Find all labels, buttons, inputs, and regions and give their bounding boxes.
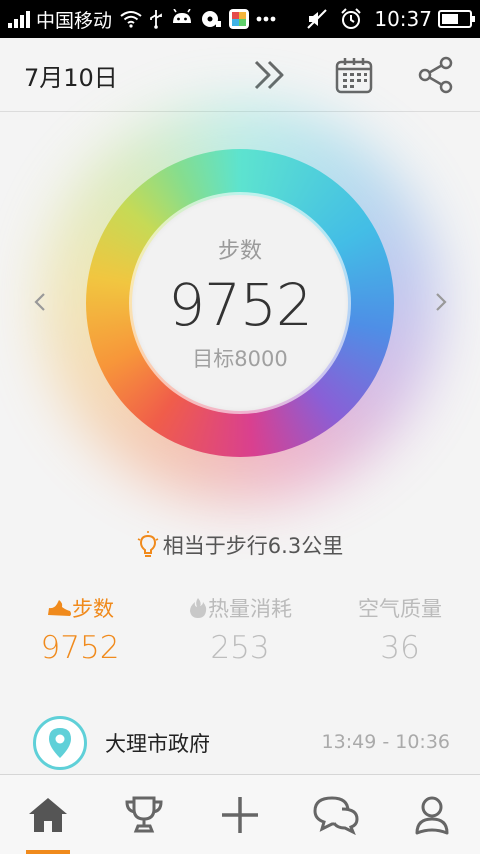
header: 7月10日 bbox=[0, 38, 480, 112]
battery-icon bbox=[438, 10, 475, 28]
wifi-icon bbox=[120, 8, 142, 30]
nav-chat[interactable] bbox=[288, 775, 384, 854]
plus-icon bbox=[222, 796, 258, 833]
stat-value: 9752 bbox=[40, 630, 120, 666]
app-icon bbox=[228, 8, 250, 30]
android-icon bbox=[170, 8, 194, 30]
ring-center: 步数 9752 目标8000 bbox=[132, 195, 348, 411]
stat-title: 热量消耗 bbox=[208, 597, 292, 621]
fast-forward-button[interactable] bbox=[248, 53, 292, 97]
double-chevron-right-icon bbox=[254, 60, 284, 90]
distance-text: 相当于步行6.3公里 bbox=[162, 534, 344, 558]
location-name: 大理市政府 bbox=[105, 732, 210, 756]
location-pin-badge bbox=[33, 716, 87, 770]
step-ring[interactable]: 步数 9752 目标8000 bbox=[40, 103, 440, 503]
chevron-left-icon bbox=[34, 293, 45, 311]
ring-value: 9752 bbox=[168, 271, 313, 339]
location-item[interactable]: 大理市政府 13:49 - 10:36 bbox=[0, 708, 480, 774]
date-label[interactable]: 7月10日 bbox=[24, 58, 118, 93]
stat-value: 253 bbox=[210, 630, 270, 666]
stats-row: 步数 9752 热量消耗 253 空气质量 36 bbox=[0, 590, 480, 666]
chat-icon bbox=[313, 795, 359, 835]
flame-icon bbox=[190, 598, 207, 618]
distance-equivalent: 相当于步行6.3公里 bbox=[0, 530, 480, 560]
home-icon bbox=[29, 797, 67, 832]
chevron-right-icon bbox=[436, 293, 447, 311]
mute-icon bbox=[306, 8, 328, 30]
stat-air-quality[interactable]: 空气质量 36 bbox=[320, 590, 480, 666]
nav-add[interactable] bbox=[192, 775, 288, 854]
nav-profile[interactable] bbox=[384, 775, 480, 854]
share-button[interactable] bbox=[414, 53, 458, 97]
stat-value: 36 bbox=[380, 630, 420, 666]
bottom-nav bbox=[0, 774, 480, 854]
more-icon bbox=[256, 8, 276, 30]
shoe-icon bbox=[48, 600, 71, 616]
status-bar: 中国移动 10:37 bbox=[0, 0, 480, 38]
share-icon bbox=[418, 56, 453, 94]
map-pin-icon bbox=[49, 728, 71, 758]
usb-icon bbox=[148, 8, 164, 30]
clock-time: 10:37 bbox=[374, 7, 432, 31]
stat-title: 空气质量 bbox=[358, 597, 442, 621]
calendar-button[interactable] bbox=[332, 53, 376, 97]
calendar-icon bbox=[335, 58, 373, 94]
signal-icon bbox=[8, 10, 30, 28]
nav-trophy[interactable] bbox=[96, 775, 192, 854]
prev-day-button[interactable] bbox=[29, 290, 53, 314]
nav-home[interactable] bbox=[0, 775, 96, 854]
location-time-range: 13:49 - 10:36 bbox=[321, 731, 450, 753]
stat-steps[interactable]: 步数 9752 bbox=[0, 590, 160, 666]
trophy-icon bbox=[125, 796, 163, 832]
ring-label: 步数 bbox=[217, 239, 262, 264]
lightbulb-icon bbox=[137, 531, 159, 557]
alarm-icon bbox=[340, 8, 362, 30]
stat-calories[interactable]: 热量消耗 253 bbox=[160, 590, 320, 666]
ring-goal: 目标8000 bbox=[192, 347, 288, 371]
stat-title: 步数 bbox=[72, 597, 114, 621]
next-day-button[interactable] bbox=[428, 290, 452, 314]
disc-icon bbox=[200, 8, 222, 30]
carrier-name: 中国移动 bbox=[36, 9, 113, 32]
user-icon bbox=[415, 796, 449, 834]
